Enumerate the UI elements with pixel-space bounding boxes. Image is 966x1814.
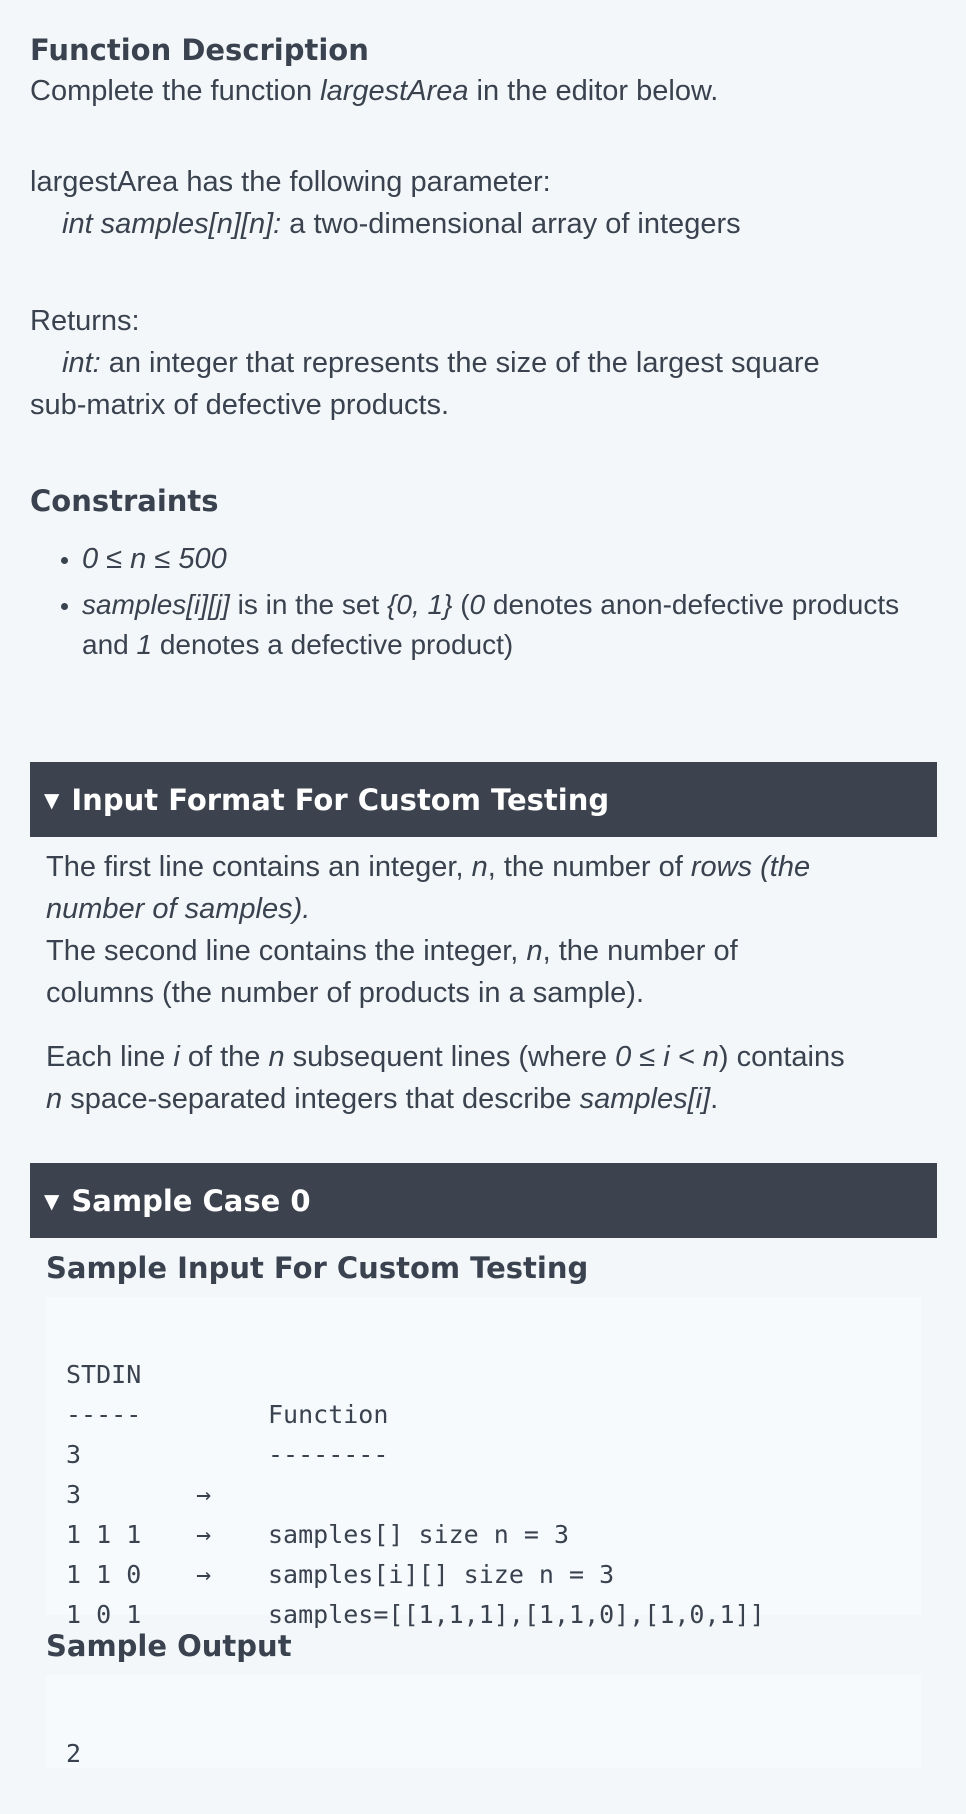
- input-format-body: The first line contains an integer, n, t…: [46, 851, 845, 1115]
- sample-output-heading: Sample Output: [46, 1629, 292, 1663]
- sample-output-value: 2: [66, 1739, 82, 1768]
- triangle-down-icon: ▼: [44, 787, 60, 812]
- code-row: 1 1 1 → samples=[[1,1,1],[1,1,0],[1,0,1]…: [66, 1520, 765, 1629]
- returns-type: int:: [62, 347, 101, 379]
- returns-description: int: an integer that represents the size…: [62, 347, 820, 379]
- param-name: int samples[n][n]:: [62, 208, 282, 240]
- constraint-item: samples[i][j] is in the set {0, 1} (0 de…: [82, 585, 950, 665]
- triangle-down-icon: ▼: [44, 1188, 60, 1213]
- function-name: largestArea: [320, 75, 469, 107]
- function-description-intro: Complete the function largestArea in the…: [30, 75, 719, 107]
- param-description: int samples[n][n]: a two-dimensional arr…: [62, 208, 741, 240]
- sample-case-title: Sample Case 0: [71, 1183, 311, 1218]
- code-row: 1 1 0: [66, 1560, 142, 1589]
- sample-case-toggle[interactable]: ▼ Sample Case 0: [30, 1163, 937, 1238]
- params-line: largestArea has the following parameter:: [30, 166, 551, 198]
- constraint-item: 0 ≤ n ≤ 500: [82, 539, 950, 579]
- code-row: 3 → samples[i][] size n = 3: [66, 1480, 615, 1589]
- returns-description-line2: sub-matrix of defective products.: [30, 389, 450, 421]
- constraints-heading: Constraints: [30, 484, 219, 518]
- input-format-toggle[interactable]: ▼ Input Format For Custom Testing: [30, 762, 937, 837]
- constraints-list: 0 ≤ n ≤ 500 samples[i][j] is in the set …: [30, 539, 950, 665]
- returns-label: Returns:: [30, 305, 140, 337]
- sample-output-code: 2: [46, 1675, 921, 1768]
- sample-input-heading: Sample Input For Custom Testing: [46, 1251, 589, 1285]
- code-dash-row: ----- --------: [66, 1400, 389, 1469]
- code-header-row: STDIN Function: [66, 1360, 389, 1429]
- sample-input-code: STDIN Function ----- -------- 3 → sample…: [46, 1297, 921, 1629]
- input-format-title: Input Format For Custom Testing: [71, 782, 610, 817]
- code-row: 3 → samples[] size n = 3: [66, 1440, 570, 1549]
- code-row: 1 0 1: [66, 1600, 142, 1629]
- function-description-heading: Function Description: [30, 33, 369, 67]
